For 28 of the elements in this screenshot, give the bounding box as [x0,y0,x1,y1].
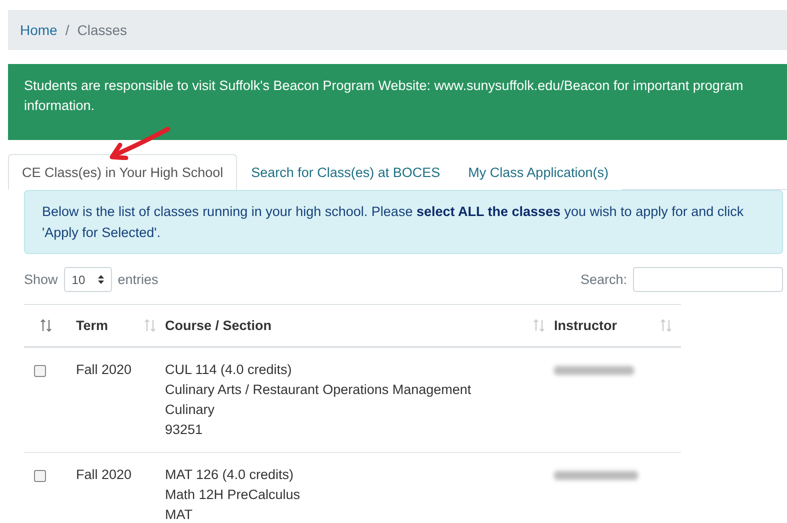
breadcrumb-separator: / [65,22,70,38]
info-alert: Below is the list of classes running in your high school. Please select ALL the classes you wish to apply for and click 'Apply for Selected'. [24,190,783,254]
column-header[interactable]: Course / Section [165,318,272,333]
course-line: CUL 114 (4.0 credits) [165,361,293,379]
term-cell-text: Fall 2020 [76,466,133,484]
search-field[interactable] [633,267,783,292]
course-line: MAT [165,506,194,523]
breadcrumb-current: Classes [77,22,128,38]
search-label: Search: [580,272,627,287]
entries-select[interactable]: 10 [64,267,112,292]
breadcrumb-link[interactable]: Home [20,22,58,38]
course-line: MAT 126 (4.0 credits) [165,466,295,484]
course-line: Culinary Arts / Restaurant Operations Management [165,381,472,399]
show-label: Show [24,272,58,287]
notice-banner: Students are responsible to visit Suffolk's Beacon Program Website: www.sunysuffolk.edu/Beacon for important program information. [8,64,787,140]
column-header[interactable]: Term [76,318,108,333]
course-line: Culinary [165,401,216,419]
course-line: 93251 [165,421,204,439]
term-cell-text: Fall 2020 [76,361,133,379]
row-checkbox[interactable] [34,470,46,482]
column-header[interactable]: Instructor [554,318,618,333]
caret-icon [98,275,104,284]
sort-icon[interactable] [40,319,52,332]
annotation-arrow [108,126,172,160]
row-checkbox[interactable] [34,365,46,377]
entries-label: entries [118,272,158,287]
course-line: Math 12H PreCalculus [165,486,302,504]
tab[interactable]: CE Class(es) in Your High School [8,154,238,190]
